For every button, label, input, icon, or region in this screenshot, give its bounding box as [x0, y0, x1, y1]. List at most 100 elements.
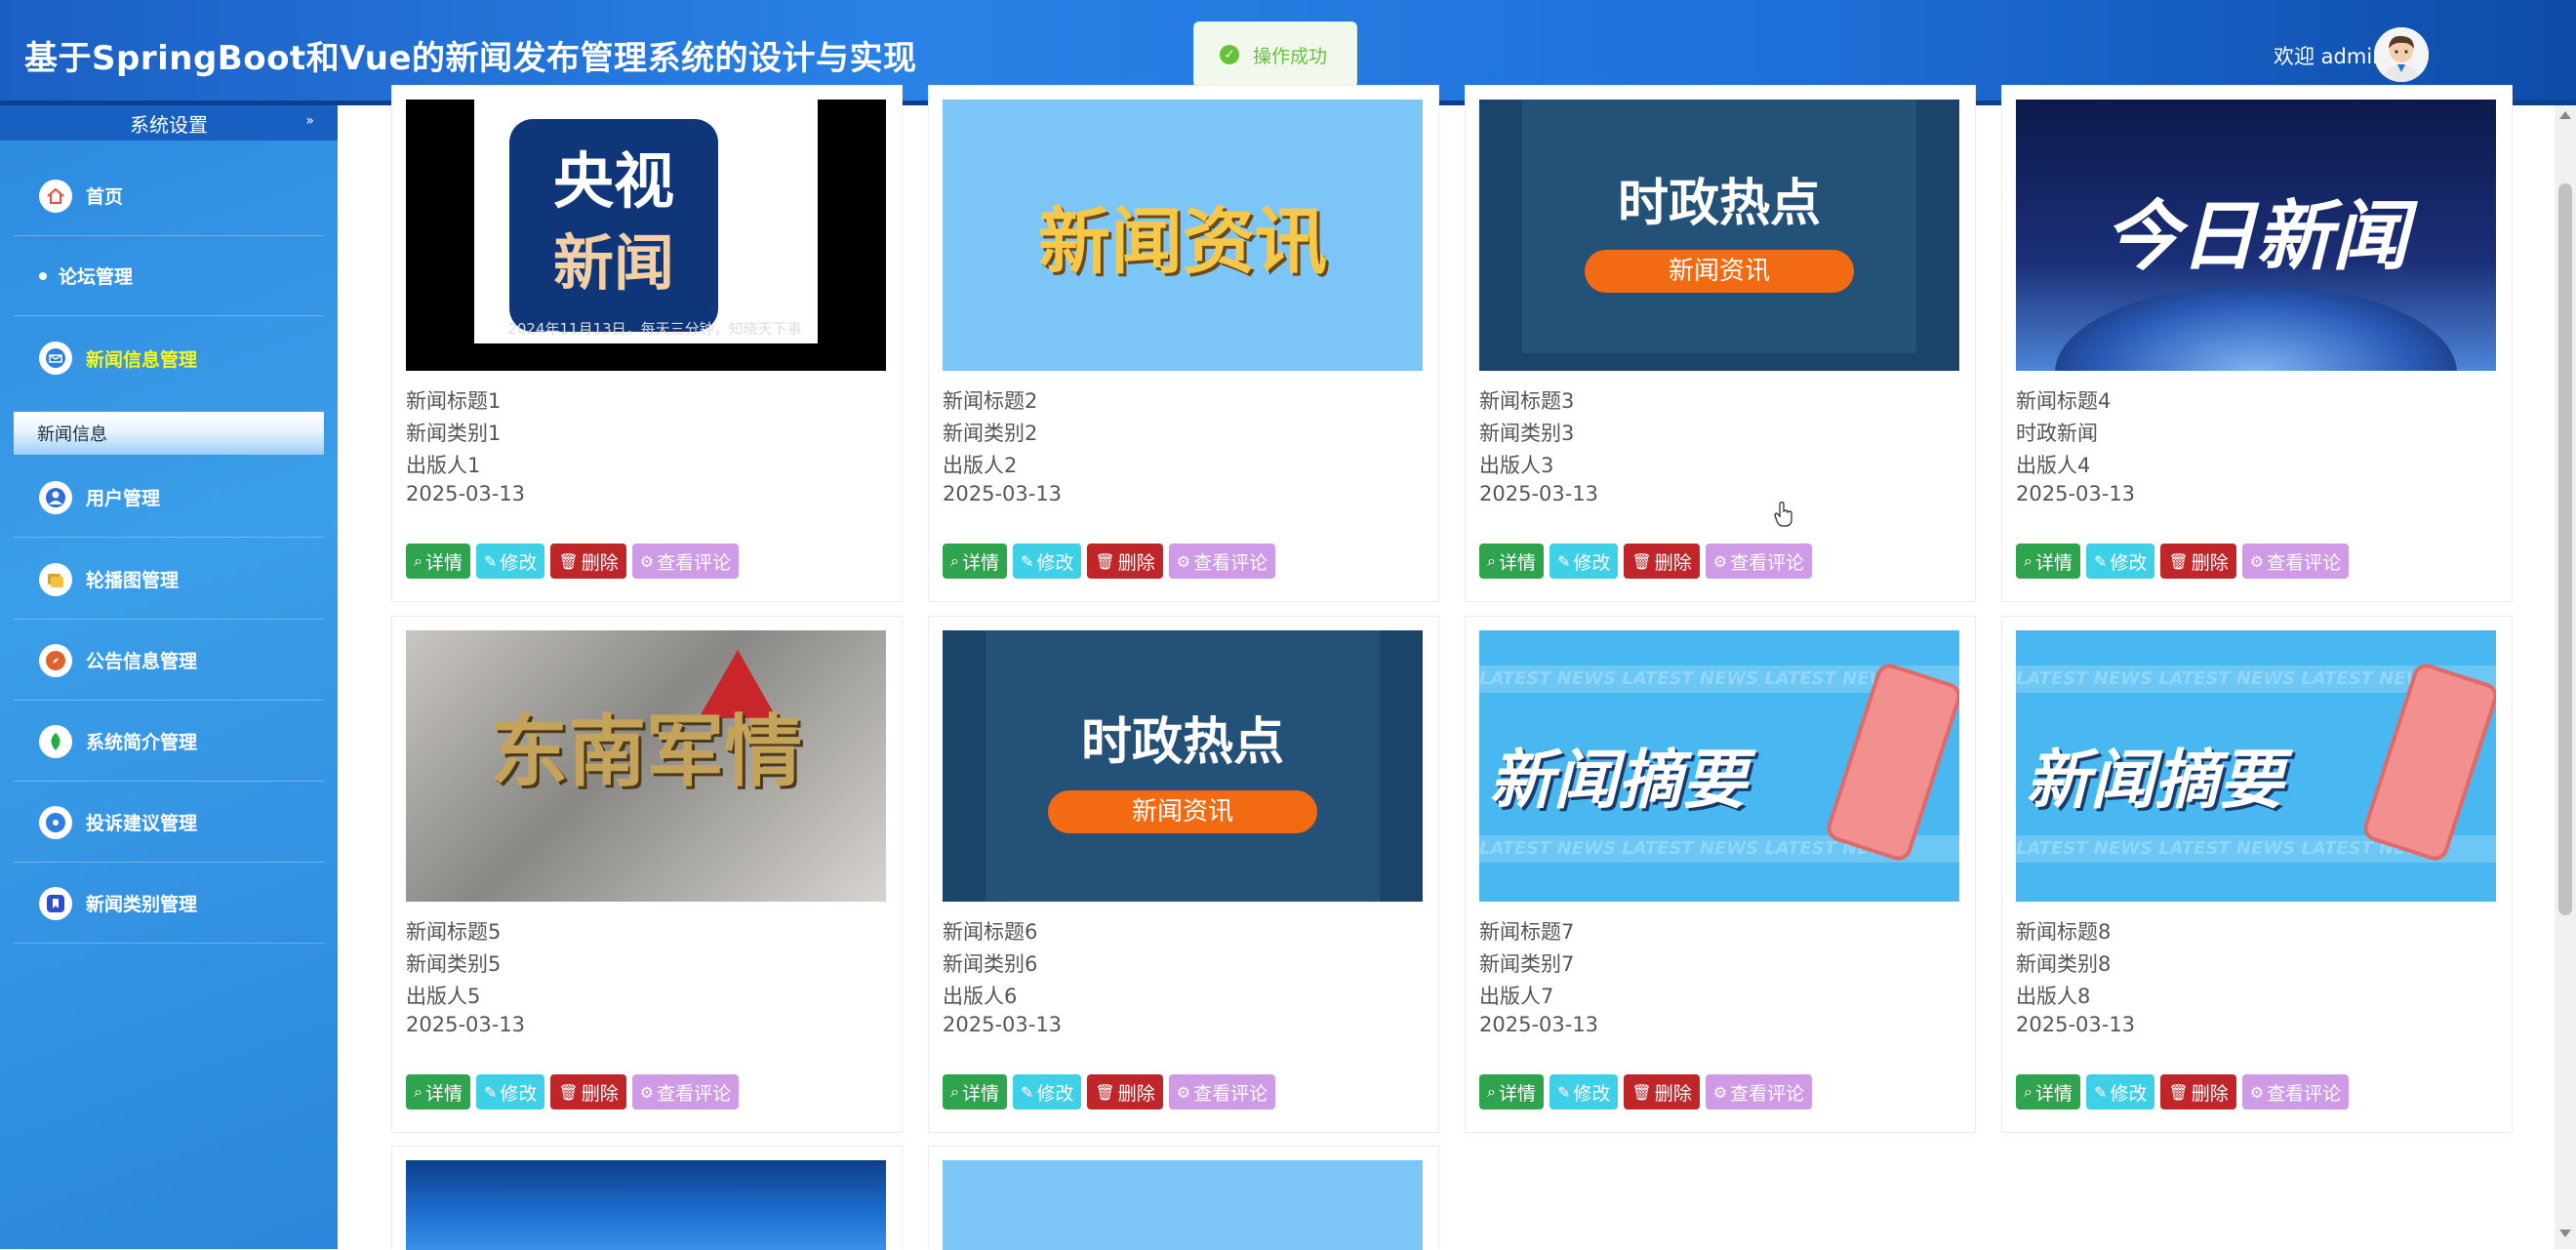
detail-button[interactable]: ⌕ 详情	[406, 544, 470, 579]
news-publisher: 出版人1	[406, 454, 481, 477]
view-comments-button[interactable]: ⚙ 查看评论	[631, 1074, 740, 1109]
button-label: 删除	[1117, 551, 1155, 574]
news-thumbnail[interactable]: 央视 新闻 2024年11月13日，每天三分钟，知晓天下事	[406, 100, 886, 371]
news-thumbnail[interactable]: 东南军情	[406, 630, 886, 902]
thumb-text: 时政热点	[1617, 175, 1821, 233]
sidebar-item-complaints[interactable]: 投诉建议管理	[14, 783, 324, 863]
scroll-thumb[interactable]	[2558, 183, 2572, 915]
news-card	[928, 1146, 1439, 1250]
view-comments-button[interactable]: ⚙ 查看评论	[1705, 1074, 1813, 1109]
search-icon: ⌕	[2024, 1082, 2033, 1101]
sidebar-item-label: 投诉建议管理	[86, 813, 198, 834]
detail-button[interactable]: ⌕ 详情	[943, 1074, 1007, 1109]
delete-button[interactable]: 🗑 删除	[1624, 1074, 1700, 1109]
delete-button[interactable]: 🗑 删除	[550, 1074, 626, 1109]
sidebar-item-users[interactable]: 用户管理	[14, 458, 324, 538]
detail-button[interactable]: ⌕ 详情	[1479, 544, 1544, 579]
trash-icon: 🗑	[1095, 1082, 1115, 1102]
view-comments-button[interactable]: ⚙ 查看评论	[2241, 1074, 2350, 1109]
pencil-icon: ✎	[2093, 551, 2108, 571]
news-thumbnail[interactable]: 时政热点 新闻资讯	[1479, 100, 1959, 371]
view-comments-button[interactable]: ⚙ 查看评论	[1168, 1074, 1276, 1109]
search-icon: ⌕	[1487, 1082, 1496, 1101]
detail-button[interactable]: ⌕ 详情	[943, 544, 1007, 579]
news-thumbnail[interactable]: 新闻资讯	[943, 100, 1423, 371]
button-label: 修改	[1036, 551, 1074, 574]
thumb-text: 新闻	[552, 227, 674, 299]
detail-button[interactable]: ⌕ 详情	[2016, 1074, 2080, 1109]
delete-button[interactable]: 🗑 删除	[1087, 1074, 1163, 1109]
toast-message: 操作成功	[1253, 45, 1328, 67]
thumb-text: 央视	[552, 145, 674, 217]
news-publisher: 出版人2	[943, 454, 1018, 477]
view-comments-button[interactable]: ⚙ 查看评论	[1705, 544, 1813, 579]
delete-button[interactable]: 🗑 删除	[1624, 544, 1700, 579]
button-label: 查看评论	[2267, 551, 2342, 574]
vertical-scrollbar[interactable]	[2555, 105, 2576, 1249]
view-comments-button[interactable]: ⚙ 查看评论	[2241, 544, 2350, 579]
sidebar-item-news-info[interactable]: 新闻信息管理	[14, 318, 324, 398]
news-date: 2025-03-13	[2016, 482, 2136, 505]
sidebar-item-home[interactable]: 首页	[14, 156, 324, 236]
scroll-up-arrow-icon[interactable]	[2559, 111, 2571, 119]
news-date: 2025-03-13	[943, 482, 1063, 505]
sidebar-item-categories[interactable]: 新闻类别管理	[14, 864, 324, 944]
edit-button[interactable]: ✎ 修改	[475, 544, 545, 579]
sidebar-item-intro[interactable]: 系统简介管理	[14, 702, 324, 782]
button-label: 查看评论	[657, 1082, 732, 1105]
news-card: 东南军情 新闻标题5 新闻类别5 出版人5 2025-03-13 ⌕ 详情 ✎ 修改…	[391, 616, 903, 1133]
pencil-icon: ✎	[483, 551, 498, 571]
trash-icon: 🗑	[1631, 551, 1652, 571]
news-category: 时政新闻	[2016, 422, 2098, 445]
edit-button[interactable]: ✎ 修改	[1012, 1074, 1082, 1109]
gear-icon: ⚙	[1712, 1082, 1728, 1102]
news-thumbnail[interactable]	[406, 1160, 886, 1250]
news-thumbnail[interactable]: LATEST NEWS LATEST NEWS LATEST NEWS LATE…	[2016, 630, 2496, 902]
sidebar-item-label: 轮播图管理	[86, 570, 180, 591]
sidebar-item-notices[interactable]: 公告信息管理	[14, 621, 324, 701]
edit-button[interactable]: ✎ 修改	[1549, 1074, 1619, 1109]
news-card: 今日新闻 新闻标题4 时政新闻 出版人4 2025-03-13 ⌕ 详情 ✎ 修改 …	[2001, 85, 2513, 602]
welcome-text: 欢迎 admin	[2274, 45, 2386, 68]
delete-button[interactable]: 🗑 删除	[550, 544, 626, 579]
pencil-icon: ✎	[483, 1082, 498, 1102]
hand-cursor-icon	[1774, 502, 1792, 527]
edit-button[interactable]: ✎ 修改	[1549, 544, 1619, 579]
news-category: 新闻类别8	[2016, 952, 2112, 976]
news-thumbnail[interactable]: 今日新闻	[2016, 100, 2496, 371]
news-publisher: 出版人5	[406, 985, 481, 1008]
thumb-pill: 新闻资讯	[1585, 250, 1854, 293]
thumb-pill: 新闻资讯	[1048, 790, 1317, 833]
detail-button[interactable]: ⌕ 详情	[1479, 1074, 1544, 1109]
gear-icon: ⚙	[1176, 551, 1191, 571]
delete-button[interactable]: 🗑 删除	[1087, 544, 1163, 579]
trash-icon: 🗑	[2168, 1082, 2189, 1102]
scroll-down-arrow-icon[interactable]	[2559, 1230, 2571, 1237]
detail-button[interactable]: ⌕ 详情	[406, 1074, 470, 1109]
sidebar-subitem-news[interactable]: 新闻信息	[14, 412, 324, 455]
view-comments-button[interactable]: ⚙ 查看评论	[1168, 544, 1276, 579]
edit-button[interactable]: ✎ 修改	[1012, 544, 1082, 579]
thumb-text: 新闻资讯	[1038, 200, 1327, 284]
news-category: 新闻类别6	[943, 952, 1038, 976]
delete-button[interactable]: 🗑 删除	[2160, 544, 2236, 579]
avatar[interactable]	[2374, 27, 2429, 82]
news-thumbnail[interactable]	[943, 1160, 1423, 1250]
edit-button[interactable]: ✎ 修改	[2085, 544, 2155, 579]
news-thumbnail[interactable]: LATEST NEWS LATEST NEWS LATEST NEWS LATE…	[1479, 630, 1959, 902]
edit-button[interactable]: ✎ 修改	[475, 1074, 545, 1109]
news-card: LATEST NEWS LATEST NEWS LATEST NEWS LATE…	[2001, 616, 2513, 1133]
delete-button[interactable]: 🗑 删除	[2160, 1074, 2236, 1109]
news-title: 新闻标题5	[406, 920, 502, 944]
sidebar-item-carousel[interactable]: 轮播图管理	[14, 540, 324, 620]
detail-button[interactable]: ⌕ 详情	[2016, 544, 2080, 579]
sidebar-section-title[interactable]: 系统设置 »	[0, 105, 338, 141]
button-label: 查看评论	[1193, 1082, 1268, 1105]
view-comments-button[interactable]: ⚙ 查看评论	[631, 544, 740, 579]
edit-button[interactable]: ✎ 修改	[2085, 1074, 2155, 1109]
sidebar-item-forum[interactable]: 论坛管理	[14, 236, 324, 316]
news-thumbnail[interactable]: 时政热点 新闻资讯	[943, 630, 1423, 902]
sidebar-item-label: 论坛管理	[59, 266, 134, 288]
sidebar-item-label: 首页	[86, 186, 124, 208]
news-publisher: 出版人7	[1479, 985, 1554, 1008]
